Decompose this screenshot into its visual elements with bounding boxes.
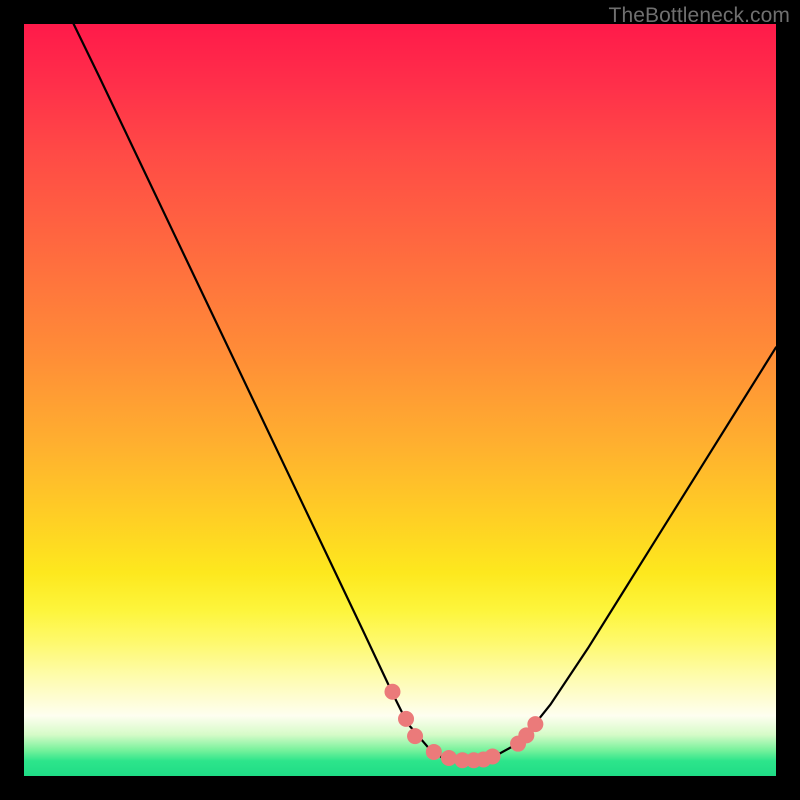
curve-marker — [398, 711, 414, 727]
plot-area — [24, 24, 776, 776]
chart-frame: TheBottleneck.com — [0, 0, 800, 800]
chart-svg — [24, 24, 776, 776]
curve-marker — [426, 744, 442, 760]
curve-marker — [527, 716, 543, 732]
curve-marker — [485, 748, 501, 764]
curve-marker — [384, 684, 400, 700]
curve-markers — [384, 684, 543, 768]
watermark-text: TheBottleneck.com — [609, 4, 790, 28]
bottleneck-curve — [74, 24, 776, 762]
curve-marker — [441, 750, 457, 766]
curve-marker — [407, 728, 423, 744]
